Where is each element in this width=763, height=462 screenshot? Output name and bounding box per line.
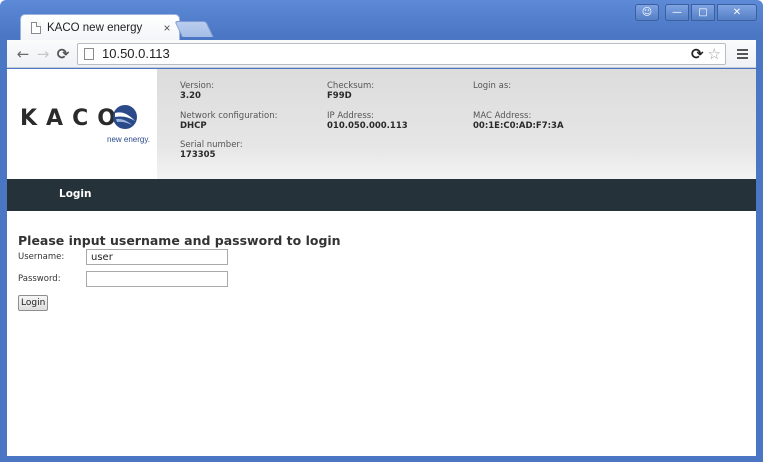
- checksum-info: Checksum: F99D: [327, 81, 374, 101]
- login-as-label: Login as:: [473, 81, 512, 91]
- network-label: Network configuration:: [180, 111, 278, 121]
- checksum-value: F99D: [327, 91, 352, 101]
- page-viewport: KACO new energy. Version: 3.20 Checksum:…: [7, 69, 756, 456]
- login-button[interactable]: Login: [18, 295, 49, 311]
- ip-info: IP Address: 010.050.000.113: [327, 111, 408, 131]
- mac-value: 00:1E:C0:AD:F7:3A: [473, 121, 564, 131]
- address-bar[interactable]: 10.50.0.113 ⟳ ☆: [77, 42, 726, 65]
- browser-tab[interactable]: KACO new energy ×: [20, 14, 180, 40]
- ip-value: 010.050.000.113: [327, 121, 408, 131]
- tab-strip: KACO new energy × ☺ — □ ✕: [0, 0, 763, 40]
- bookmark-star-icon[interactable]: ☆: [708, 45, 721, 63]
- login-form: Please input username and password to lo…: [18, 233, 341, 311]
- password-label: Password:: [18, 274, 61, 284]
- tab-title: KACO new energy: [47, 21, 143, 34]
- logo-swoosh-icon: [113, 105, 137, 129]
- back-arrow-icon[interactable]: ←: [13, 44, 33, 64]
- network-info: Network configuration: DHCP: [180, 111, 277, 131]
- logo-text: KACO: [20, 106, 125, 131]
- username-row: Username:: [18, 249, 228, 265]
- minimize-button[interactable]: —: [665, 4, 689, 21]
- close-tab-icon[interactable]: ×: [161, 21, 173, 35]
- version-info: Version: 3.20: [180, 81, 214, 101]
- reload-icon[interactable]: ⟳: [53, 44, 73, 64]
- version-value: 3.20: [180, 91, 201, 101]
- extension-icon[interactable]: ⟳: [691, 45, 704, 63]
- browser-toolbar: ← → ⟳ 10.50.0.113 ⟳ ☆: [7, 40, 756, 68]
- browser-window: KACO new energy × ☺ — □ ✕ ← → ⟳ 10.50.0.…: [0, 0, 763, 462]
- url-text[interactable]: 10.50.0.113: [102, 46, 691, 61]
- new-tab-button[interactable]: [174, 21, 214, 37]
- password-field[interactable]: [86, 271, 228, 287]
- serial-value: 173305: [180, 150, 216, 160]
- network-value: DHCP: [180, 121, 207, 131]
- mac-label: MAC Address:: [473, 111, 532, 121]
- window-controls: ☺ — □ ✕: [635, 4, 757, 21]
- login-as-info: Login as:: [473, 81, 511, 91]
- version-label: Version:: [180, 81, 215, 91]
- maximize-button[interactable]: □: [691, 4, 715, 21]
- close-window-button[interactable]: ✕: [717, 4, 757, 21]
- user-profile-icon[interactable]: ☺: [635, 4, 659, 21]
- device-header: KACO new energy. Version: 3.20 Checksum:…: [7, 69, 756, 179]
- forward-arrow-icon[interactable]: →: [33, 44, 53, 64]
- menu-icon[interactable]: [732, 48, 752, 59]
- ip-label: IP Address:: [327, 111, 375, 121]
- main-navbar: Login: [7, 179, 756, 211]
- serial-info: Serial number: 173305: [180, 140, 243, 160]
- checksum-label: Checksum:: [327, 81, 375, 91]
- password-row: Password:: [18, 271, 228, 287]
- nav-login-link[interactable]: Login: [59, 188, 92, 200]
- username-label: Username:: [18, 252, 65, 262]
- page-icon: [84, 47, 94, 60]
- form-title: Please input username and password to lo…: [18, 233, 341, 248]
- username-field[interactable]: [86, 249, 228, 265]
- serial-label: Serial number:: [180, 140, 243, 150]
- mac-info: MAC Address: 00:1E:C0:AD:F7:3A: [473, 111, 564, 131]
- logo-tagline: new energy.: [107, 135, 150, 144]
- page-icon: [31, 21, 41, 34]
- logo: KACO new energy.: [7, 69, 157, 179]
